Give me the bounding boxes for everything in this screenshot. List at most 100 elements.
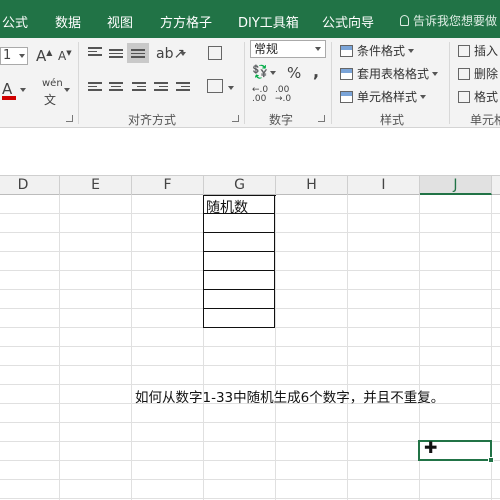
divider [449,42,450,124]
table-cell[interactable] [203,252,275,271]
font-size-box[interactable]: 1 [0,47,28,65]
cell-styles-label: 单元格样式 [357,90,418,104]
format-as-table-button[interactable]: 套用表格格式 [340,65,439,82]
delete-icon [458,68,470,80]
delete-button[interactable]: 删除 [458,65,498,82]
format-as-table-icon [340,68,353,80]
merge-center-icon[interactable] [207,79,223,93]
cells-group-label: 单元格 [470,113,500,127]
menu-formulas[interactable]: 公式 [2,12,28,31]
column-header-d[interactable]: D [0,176,60,195]
menu-view[interactable]: 视图 [107,12,133,31]
phonetic-button[interactable]: wén [42,78,63,89]
font-color-icon: A [2,80,13,98]
format-label: 格式 [474,90,499,104]
chevron-down-icon[interactable] [64,88,70,92]
comma-button[interactable]: , [313,62,319,81]
chevron-down-icon[interactable] [270,71,276,75]
divider [244,42,245,124]
fill-handle[interactable] [488,457,494,463]
menu-data[interactable]: 数据 [55,12,81,31]
increase-font-icon: A [36,47,47,65]
divider [78,42,79,124]
insert-icon [458,45,470,57]
font-color-button[interactable]: A [2,82,16,100]
formula-bar-area [0,128,500,175]
grid-line [0,498,500,499]
grid-line [275,195,276,500]
lightbulb-icon [400,15,409,26]
decrease-font-icon: A [58,49,67,63]
accounting-icon[interactable]: 💱 [252,65,268,80]
table-cell[interactable] [203,233,275,252]
chevron-down-icon [19,54,25,58]
tell-me-text: 告诉我您想要做 [413,14,498,28]
decrease-font-button[interactable]: A▼ [58,49,72,63]
conditional-formatting-button[interactable]: 条件格式 [340,42,415,59]
column-header-e[interactable]: E [60,176,132,195]
chevron-down-icon [432,72,439,76]
cell-cursor-icon: ✚ [424,438,438,457]
chevron-down-icon [408,49,415,53]
percent-button[interactable]: % [287,64,301,82]
table-cell[interactable] [203,271,275,290]
chevron-down-icon[interactable] [180,52,186,56]
format-icon [458,91,470,103]
grid-line [0,384,500,385]
cell-styles-icon [340,91,353,103]
align-bottom-button[interactable] [127,43,149,63]
menu-diy-toolbox[interactable]: DIY工具箱 [238,12,299,31]
alignment-launcher-icon[interactable] [232,115,239,122]
phonetic-icon: wén [42,78,63,89]
chevron-down-icon [420,95,427,99]
column-headers: D E F G H I J [0,175,500,195]
menu-bar: 公式 数据 视图 方方格子 DIY工具箱 公式向导 告诉我您想要做 [0,0,500,38]
decrease-decimal-button[interactable]: .00 →.0 [275,86,291,104]
ribbon: 1 A▲ A▼ A wén 文 ab↗ 对齐方式 常规 💱 % , ←.0.00… [0,38,500,128]
align-right-icon[interactable] [132,82,146,94]
number-launcher-icon[interactable] [318,115,325,122]
decrease-indent-icon[interactable] [154,82,168,94]
align-center-icon[interactable] [109,82,123,94]
align-top-icon[interactable] [88,47,102,59]
question-text: 如何从数字1-33中随机生成6个数字，并且不重复。 [135,390,445,406]
number-format-select[interactable]: 常规 [250,40,326,58]
increase-font-button[interactable]: A▲ [36,47,52,65]
font-size-value: 1 [3,48,12,63]
grid-line [0,346,500,347]
insert-button[interactable]: 插入 [458,42,498,59]
increase-indent-icon[interactable] [176,82,190,94]
chevron-down-icon[interactable] [20,88,26,92]
chevron-down-icon[interactable] [228,86,234,90]
menu-formula-wizard[interactable]: 公式向导 [322,12,374,31]
table-cell[interactable] [203,290,275,309]
table-cell[interactable] [203,309,275,328]
column-header-j[interactable]: J [420,176,492,195]
grid-line [0,479,500,480]
menu-fangfang[interactable]: 方方格子 [160,12,212,31]
format-as-table-label: 套用表格格式 [357,67,430,81]
grid-line [131,195,132,500]
dec-decimal-label: .00 [275,85,290,95]
wrap-text-icon[interactable] [208,46,222,60]
styles-group-label: 样式 [380,113,405,127]
increase-decimal-button[interactable]: ←.0.00 [252,86,268,104]
number-group-label: 数字 [269,113,294,127]
column-header-g[interactable]: G [204,176,276,195]
format-button[interactable]: 格式 [458,88,498,105]
grid-line [59,195,60,500]
column-header-k[interactable] [492,176,500,195]
cell-styles-button[interactable]: 单元格样式 [340,88,427,105]
column-header-h[interactable]: H [276,176,348,195]
column-header-f[interactable]: F [132,176,204,195]
inc-decimal-label: .00 [252,94,267,104]
column-header-i[interactable]: I [348,176,420,195]
align-middle-icon[interactable] [109,49,123,61]
align-left-icon[interactable] [88,82,102,94]
chevron-down-icon [315,47,321,51]
delete-label: 删除 [474,67,499,81]
number-format-value: 常规 [254,42,279,56]
tell-me-box[interactable]: 告诉我您想要做 [400,12,497,29]
font-launcher-icon[interactable] [66,115,73,122]
conditional-formatting-icon [340,45,353,57]
